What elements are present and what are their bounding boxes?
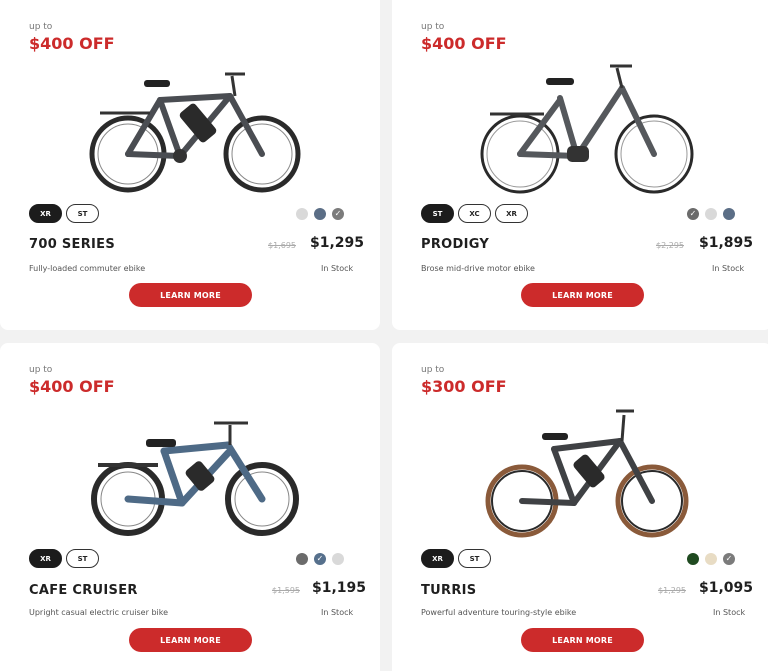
color-swatches: ✓ xyxy=(687,553,735,565)
size-selector: XR ST xyxy=(421,549,491,568)
sale-price: $1,095 xyxy=(699,580,754,596)
color-swatches: ✓ xyxy=(687,208,735,220)
original-price: $2,295 xyxy=(656,241,684,250)
discount-prefix: up to xyxy=(29,365,53,375)
discount-amount: $400 OFF xyxy=(29,377,115,396)
discount-prefix: up to xyxy=(421,22,445,32)
learn-more-button[interactable]: LEARN MORE xyxy=(521,283,644,307)
checkmark-icon: ✓ xyxy=(689,209,697,218)
product-description: Powerful adventure touring-style ebike xyxy=(421,608,577,617)
color-swatches: ✓ xyxy=(296,553,344,565)
sale-price: $1,295 xyxy=(310,235,365,251)
sale-price: $1,195 xyxy=(312,580,367,596)
size-option-xr[interactable]: XR xyxy=(421,549,454,568)
learn-more-button[interactable]: LEARN MORE xyxy=(129,283,252,307)
product-card-700-series: up to $400 OFF XR ST ✓ 700 SERIES $1,695… xyxy=(0,0,380,330)
bike-image[interactable] xyxy=(472,58,702,208)
bike-image[interactable] xyxy=(472,401,702,551)
discount-amount: $400 OFF xyxy=(421,34,507,53)
product-name: CAFE CRUISER xyxy=(29,583,138,598)
size-selector: XR ST xyxy=(29,549,99,568)
size-option-st[interactable]: ST xyxy=(66,549,99,568)
size-option-st[interactable]: ST xyxy=(458,549,491,568)
checkmark-icon: ✓ xyxy=(725,554,733,563)
size-option-st[interactable]: ST xyxy=(421,204,454,223)
product-name: PRODIGY xyxy=(421,237,490,252)
size-option-xr[interactable]: XR xyxy=(29,204,62,223)
bike-image[interactable] xyxy=(80,401,310,551)
color-swatch-selected[interactable]: ✓ xyxy=(723,553,735,565)
discount-amount: $400 OFF xyxy=(29,34,115,53)
product-card-cafe-cruiser: up to $400 OFF XR ST ✓ CAFE CRUISER $1,5… xyxy=(0,343,380,671)
original-price: $1,595 xyxy=(272,586,300,595)
sale-price: $1,895 xyxy=(699,235,754,251)
size-selector: XR ST xyxy=(29,204,99,223)
product-card-turris: up to $300 OFF XR ST ✓ TURRIS $1,295 $1,… xyxy=(392,343,768,671)
stock-status: In Stock xyxy=(321,608,354,617)
color-swatches: ✓ xyxy=(296,208,344,220)
color-swatch[interactable] xyxy=(296,208,308,220)
color-swatch-selected[interactable]: ✓ xyxy=(332,208,344,220)
product-description: Brose mid-drive motor ebike xyxy=(421,264,535,273)
color-swatch[interactable] xyxy=(723,208,735,220)
color-swatch[interactable] xyxy=(705,208,717,220)
discount-prefix: up to xyxy=(421,365,445,375)
stock-status: In Stock xyxy=(712,264,745,273)
color-swatch[interactable] xyxy=(687,553,699,565)
checkmark-icon: ✓ xyxy=(334,209,342,218)
original-price: $1,695 xyxy=(268,241,296,250)
color-swatch[interactable] xyxy=(314,208,326,220)
size-option-xr[interactable]: XR xyxy=(495,204,528,223)
discount-prefix: up to xyxy=(29,22,53,32)
product-name: TURRIS xyxy=(421,583,477,598)
stock-status: In Stock xyxy=(713,608,746,617)
stock-status: In Stock xyxy=(321,264,354,273)
original-price: $1,295 xyxy=(658,586,686,595)
product-card-prodigy: up to $400 OFF ST XC XR ✓ PRODIGY $2,295… xyxy=(392,0,768,330)
product-name: 700 SERIES xyxy=(29,237,115,252)
learn-more-button[interactable]: LEARN MORE xyxy=(129,628,252,652)
color-swatch[interactable] xyxy=(705,553,717,565)
size-option-xr[interactable]: XR xyxy=(29,549,62,568)
color-swatch-selected[interactable]: ✓ xyxy=(687,208,699,220)
size-option-st[interactable]: ST xyxy=(66,204,99,223)
color-swatch-selected[interactable]: ✓ xyxy=(314,553,326,565)
size-option-xc[interactable]: XC xyxy=(458,204,491,223)
bike-image[interactable] xyxy=(80,58,310,208)
checkmark-icon: ✓ xyxy=(316,554,324,563)
product-description: Fully-loaded commuter ebike xyxy=(29,264,146,273)
product-description: Upright casual electric cruiser bike xyxy=(29,608,169,617)
color-swatch[interactable] xyxy=(296,553,308,565)
discount-amount: $300 OFF xyxy=(421,377,507,396)
size-selector: ST XC XR xyxy=(421,204,528,223)
learn-more-button[interactable]: LEARN MORE xyxy=(521,628,644,652)
color-swatch[interactable] xyxy=(332,553,344,565)
